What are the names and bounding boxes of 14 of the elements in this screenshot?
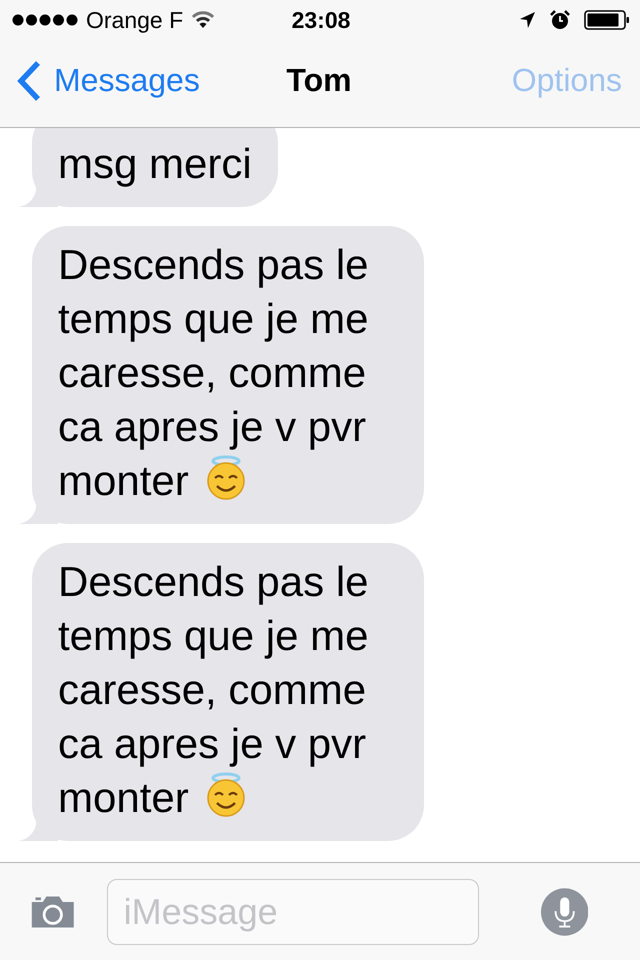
clock-time: 23:08 xyxy=(290,6,352,34)
message-text: Descends pas le temps que je me caresse, comme ca apres je v pvr monter xyxy=(58,241,369,504)
chevron-left-icon xyxy=(16,60,42,102)
location-arrow-icon xyxy=(519,11,536,29)
wifi-icon xyxy=(191,11,216,29)
conversation-title: Tom xyxy=(286,62,352,99)
carrier-name: Orange F xyxy=(86,6,184,34)
alarm-clock-icon xyxy=(550,10,570,30)
battery-icon xyxy=(584,10,630,30)
signal-icon xyxy=(12,14,78,26)
microphone-button[interactable] xyxy=(540,886,588,938)
message-text: Descends pas le temps que je me caresse, comme ca apres je v pvr monter xyxy=(58,558,369,821)
back-button[interactable]: Messages xyxy=(16,60,286,102)
message-text: msg merci xyxy=(58,140,252,187)
